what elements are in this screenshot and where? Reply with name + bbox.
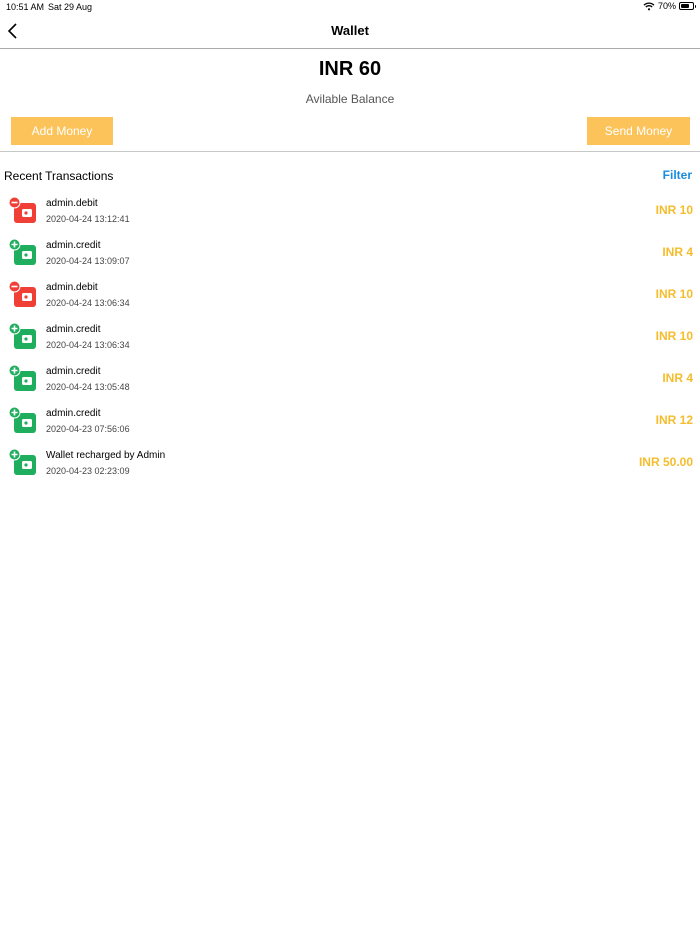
- divider: [0, 151, 700, 152]
- transaction-datetime: 2020-04-23 07:56:06: [46, 424, 130, 434]
- transaction-title: admin.debit: [46, 282, 98, 293]
- transaction-amount: INR 10: [655, 203, 693, 217]
- status-date: Sat 29 Aug: [48, 2, 93, 12]
- status-right: 70%: [643, 1, 696, 11]
- transaction-amount: INR 4: [662, 371, 693, 385]
- transaction-datetime: 2020-04-24 13:05:48: [46, 382, 130, 392]
- transaction-row[interactable]: admin.credit 2020-04-24 13:09:07 INR 4: [0, 234, 700, 276]
- wallet-credit-icon: [8, 448, 36, 475]
- transaction-amount: INR 12: [655, 413, 693, 427]
- transaction-amount: INR 10: [655, 329, 693, 343]
- filter-button[interactable]: Filter: [663, 168, 692, 182]
- transaction-list: admin.debit 2020-04-24 13:12:41 INR 10 admi…: [0, 192, 700, 486]
- transaction-title: admin.debit: [46, 198, 98, 209]
- status-time: 10:51 AM: [6, 2, 45, 12]
- transaction-datetime: 2020-04-24 13:09:07: [46, 256, 130, 266]
- wallet-credit-icon: [8, 364, 36, 391]
- transaction-title: admin.credit: [46, 408, 101, 419]
- wallet-debit-icon: [8, 196, 36, 223]
- transaction-title: admin.credit: [46, 240, 101, 251]
- transaction-datetime: 2020-04-24 13:06:34: [46, 340, 130, 350]
- transaction-datetime: 2020-04-23 02:23:09: [46, 466, 130, 476]
- balance-amount: INR 60: [318, 58, 382, 80]
- transaction-amount: INR 50.00: [638, 455, 693, 469]
- wallet-debit-icon: [8, 280, 36, 307]
- add-money-button[interactable]: Add Money: [11, 117, 113, 145]
- wallet-credit-icon: [8, 238, 36, 265]
- transaction-row[interactable]: admin.credit 2020-04-24 13:05:48 INR 4: [0, 360, 700, 402]
- transaction-datetime: 2020-04-24 13:06:34: [46, 298, 130, 308]
- transaction-title: Wallet recharged by Admin: [46, 450, 166, 461]
- recent-transactions-title: Recent Transactions: [4, 169, 114, 183]
- transaction-row[interactable]: admin.credit 2020-04-24 13:06:34 INR 10: [0, 318, 700, 360]
- wallet-credit-icon: [8, 406, 36, 433]
- transaction-title: admin.credit: [46, 324, 101, 335]
- transaction-title: admin.credit: [46, 366, 101, 377]
- transaction-datetime: 2020-04-24 13:12:41: [46, 214, 130, 224]
- wallet-credit-icon: [8, 322, 36, 349]
- transaction-amount: INR 4: [662, 245, 693, 259]
- battery-icon: [679, 2, 696, 10]
- nav-bar: Wallet: [0, 14, 700, 49]
- transaction-amount: INR 10: [655, 287, 693, 301]
- transaction-row[interactable]: admin.credit 2020-04-23 07:56:06 INR 12: [0, 402, 700, 444]
- battery-percent: 70%: [657, 1, 676, 11]
- status-bar: 10:51 AM Sat 29 Aug 70%: [0, 0, 700, 14]
- page-title: Wallet: [331, 23, 369, 38]
- transaction-row[interactable]: admin.debit 2020-04-24 13:06:34 INR 10: [0, 276, 700, 318]
- balance-label: Avilable Balance: [305, 92, 395, 106]
- wifi-icon: [643, 1, 655, 10]
- transaction-row[interactable]: admin.debit 2020-04-24 13:12:41 INR 10: [0, 192, 700, 234]
- transaction-row[interactable]: Wallet recharged by Admin 2020-04-23 02:2…: [0, 444, 700, 486]
- send-money-button[interactable]: Send Money: [587, 117, 690, 145]
